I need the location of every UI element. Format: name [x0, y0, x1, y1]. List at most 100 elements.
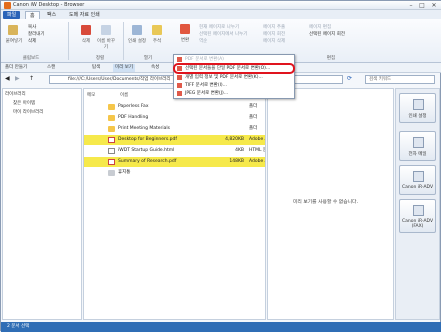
file-row[interactable]: Print Meeting Materials 폴더	[84, 124, 265, 134]
file-row[interactable]: iWDT Startup Guide.html 4KB HTML 문	[84, 146, 265, 156]
search-input[interactable]: 검색 키워드	[365, 75, 435, 84]
file-type: 폴더	[249, 115, 258, 120]
group-divider	[68, 22, 69, 60]
app-window: Canon iW Desktop - Browser – □ ✕ 파일 홈 팩스…	[0, 0, 441, 332]
file-row[interactable]: Summary of Research.pdf 148KB Adobe A	[84, 157, 265, 167]
paste-icon[interactable]	[8, 25, 18, 35]
tree-found-items[interactable]: 찾은 아이템	[13, 100, 35, 106]
split-selected-page-button[interactable]: 선택된 페이지에서 나누기	[199, 31, 247, 37]
paste-label[interactable]: 붙여넣기	[3, 38, 25, 44]
tree-my-library[interactable]: 마이 라이브러리	[13, 109, 43, 115]
email-output-button[interactable]: 전자 메일	[399, 131, 436, 161]
refresh-icon[interactable]: ⟳	[347, 75, 352, 82]
tree-library-root[interactable]: 라이브러리	[5, 91, 26, 97]
preview-message: 미리 보기를 사용할 수 없습니다.	[293, 200, 358, 205]
forward-icon[interactable]: ▶	[15, 75, 20, 82]
properties-button[interactable]: 속성	[151, 64, 159, 72]
open-group-label: 열기	[143, 56, 153, 61]
file-type: Adobe A	[249, 159, 265, 164]
preview-toggle-button[interactable]: 미리 보기	[113, 64, 135, 72]
jpeg-icon	[177, 91, 182, 96]
scan-button[interactable]: 스캔	[47, 64, 55, 72]
file-type: HTML 문	[249, 148, 265, 153]
print-settings-output-button[interactable]: 인쇄 설정	[399, 93, 436, 123]
tab-file[interactable]: 파일	[3, 11, 21, 19]
folder-icon	[108, 126, 115, 132]
file-size: 4,820KB	[225, 137, 244, 142]
explore-button[interactable]: 탐색	[92, 64, 100, 72]
new-folder-button[interactable]: 폴더 만들기	[5, 64, 27, 72]
canon-iradv-button[interactable]: Canon iR-ADV	[399, 165, 436, 195]
rotate-page-button[interactable]: 페이지 회전	[263, 31, 285, 37]
tab-print-docs[interactable]: 도메 자료 인쇄	[65, 11, 104, 19]
split-current-page-button[interactable]: 현재 페이지로 나누기	[199, 24, 239, 30]
printer-icon	[413, 99, 424, 110]
delete-icon[interactable]	[81, 25, 91, 35]
pdf-icon	[108, 159, 115, 165]
file-name: PDF Handling	[118, 115, 149, 120]
maximize-icon[interactable]: □	[417, 2, 427, 9]
file-size: 148KB	[229, 159, 244, 164]
rotate-selected-page-button[interactable]: 선택된 페이지 회전	[309, 31, 345, 37]
minimize-icon[interactable]: –	[406, 2, 416, 9]
dropdown-item-label: TIFF 문서로 변환(I)...	[185, 83, 227, 88]
back-icon[interactable]: ◀	[5, 75, 10, 82]
file-name: 휴지통	[118, 170, 131, 175]
extract-page-button[interactable]: 페이지 추출	[263, 24, 285, 30]
pdf-icon	[177, 75, 182, 80]
file-name: Print Meeting Materials	[118, 126, 170, 131]
doc-group-label: 편집	[326, 56, 336, 61]
convert-label[interactable]: 변환	[174, 37, 196, 43]
folder-icon	[108, 104, 115, 110]
cut-button[interactable]: 잘라내기	[28, 31, 45, 37]
dropdown-item-label: 개별 입력 정보 및 PDF 문서로 변환(K)...	[185, 75, 263, 80]
close-icon[interactable]: ✕	[429, 2, 439, 9]
delete-page-button[interactable]: 페이지 삭제	[263, 38, 285, 44]
tree-pane	[2, 88, 82, 320]
tiff-icon	[177, 83, 182, 88]
printer-icon	[413, 171, 424, 182]
file-row[interactable]: PDF Handling 폴더	[84, 113, 265, 123]
mail-icon	[413, 137, 424, 148]
pdf-icon	[108, 137, 115, 143]
file-row[interactable]: Desktop for Beginners.pdf 4,820KB Adobe A	[84, 135, 265, 145]
pdf-icon	[177, 57, 182, 62]
canon-iradv-fax-button[interactable]: Canon iR-ADV (FAX)	[399, 199, 436, 233]
annotation-label[interactable]: 주석	[146, 38, 168, 44]
dropdown-item[interactable]: JPEG 문서로 변환(J)...	[175, 89, 293, 98]
file-name: iWDT Startup Guide.html	[118, 148, 175, 153]
highlight-outline	[173, 63, 295, 74]
rename-label[interactable]: 이름 바꾸기	[95, 38, 117, 50]
delete-label[interactable]: 삭제	[75, 38, 97, 44]
file-row[interactable]: Paperless Fax 폴더	[84, 102, 265, 112]
dropdown-item-label: PDF 문서로 변환(A)	[185, 57, 224, 62]
copy-button[interactable]: 복사	[28, 24, 36, 30]
tab-home[interactable]: 홈	[25, 11, 40, 19]
title-bar: Canon iW Desktop - Browser – □ ✕	[1, 1, 441, 10]
edit-page-button[interactable]: 페이지 편집	[309, 24, 331, 30]
delete-small-button[interactable]: 삭제	[28, 38, 36, 44]
folder-icon	[108, 115, 115, 121]
convert-icon[interactable]	[180, 24, 190, 34]
file-row[interactable]: 휴지통	[84, 168, 265, 178]
annotation-icon[interactable]	[152, 25, 162, 35]
file-name: Paperless Fax	[118, 104, 149, 109]
column-note[interactable]: 메모	[87, 92, 95, 98]
rename-icon[interactable]	[101, 25, 111, 35]
up-folder-icon[interactable]: ↑	[29, 75, 34, 82]
file-name: Summary of Research.pdf	[118, 159, 177, 164]
html-file-icon	[108, 148, 115, 154]
app-icon	[4, 2, 11, 9]
dropdown-item-label: JPEG 문서로 변환(J)...	[185, 91, 229, 96]
file-type: Adobe A	[249, 137, 265, 142]
tab-fax[interactable]: 팩스	[43, 11, 60, 19]
print-settings-icon[interactable]	[132, 25, 142, 35]
file-type: 폴더	[249, 126, 258, 131]
file-name: Desktop for Beginners.pdf	[118, 137, 177, 142]
file-type: 폴더	[249, 104, 258, 109]
print-settings-label[interactable]: 인쇄 설정	[126, 38, 148, 44]
group-divider	[123, 22, 124, 60]
column-name[interactable]: 이름	[120, 92, 128, 98]
edit-group-label: 정렬	[95, 56, 105, 61]
reverse-order-button[interactable]: 역순	[199, 38, 207, 44]
